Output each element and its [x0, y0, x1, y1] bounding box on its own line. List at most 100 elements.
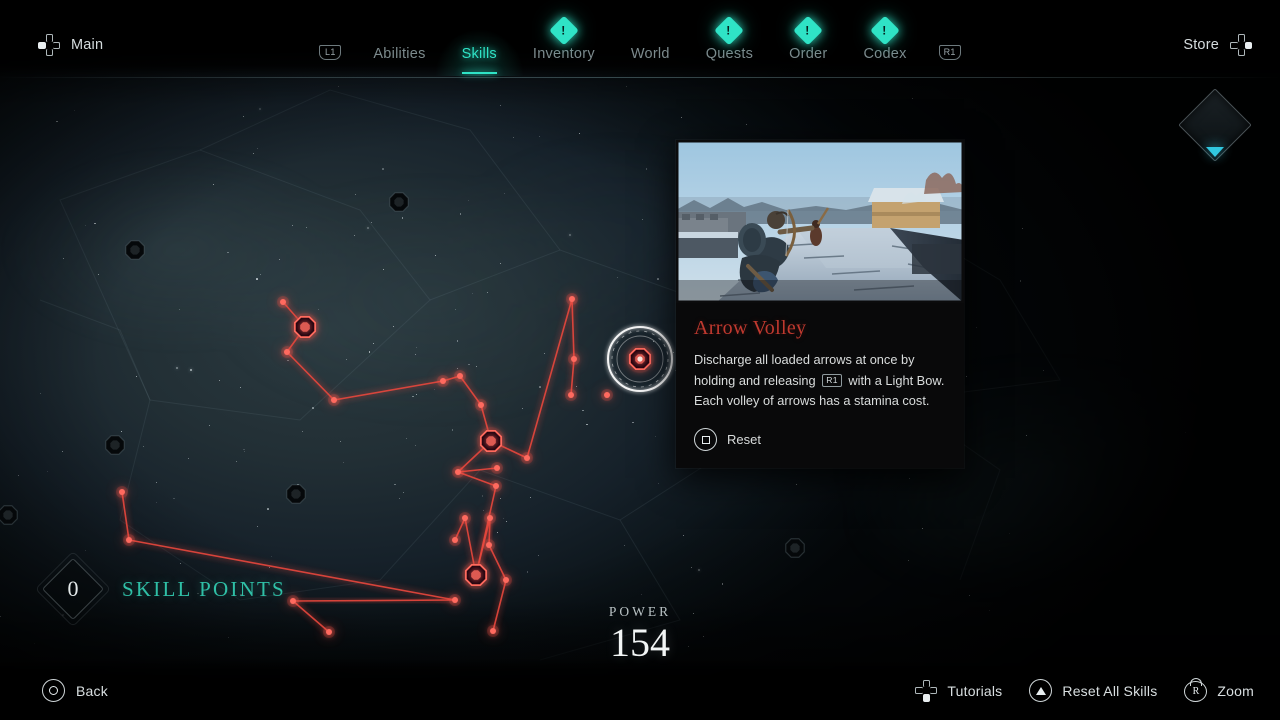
tab-notification-badge-icon: !: [793, 15, 824, 46]
zoom-label: Zoom: [1217, 682, 1254, 699]
minor-node-icon: [568, 392, 574, 398]
tutorials-button[interactable]: Tutorials: [915, 679, 1002, 702]
skill-preview-image: [676, 140, 964, 303]
tab-world[interactable]: World: [613, 46, 688, 62]
skill-node[interactable]: [521, 452, 533, 464]
tab-skills[interactable]: Skills: [435, 30, 523, 76]
skill-node[interactable]: [785, 538, 805, 558]
compass-diamond-icon[interactable]: [1178, 88, 1252, 162]
skill-node[interactable]: [568, 353, 580, 365]
skill-edge: [292, 599, 456, 602]
tab-label: Abilities: [373, 46, 426, 62]
selected-node-core: [637, 356, 643, 362]
skill-node[interactable]: [291, 313, 319, 341]
skill-node[interactable]: [281, 346, 293, 358]
skill-node[interactable]: [491, 462, 503, 474]
back-button[interactable]: Back: [42, 679, 108, 702]
minor-node-icon: [478, 402, 484, 408]
minor-node-icon: [571, 356, 577, 362]
back-label: Back: [76, 682, 108, 699]
skill-description: Discharge all loaded arrows at once by h…: [694, 350, 946, 412]
skill-node[interactable]: [490, 480, 502, 492]
skill-node[interactable]: [125, 240, 145, 260]
minor-node-icon: [457, 373, 463, 379]
minor-node-icon: [126, 537, 132, 543]
skill-edge: [571, 298, 575, 360]
triangle-button-icon: [1029, 679, 1053, 702]
skill-node[interactable]: [452, 466, 464, 478]
tab-quests[interactable]: ! Quests: [688, 15, 771, 62]
tab-notification-badge-icon: !: [714, 15, 745, 46]
skill-points-label: SKILL POINTS: [122, 576, 286, 601]
skill-title: Arrow Volley: [694, 317, 807, 339]
tab-codex[interactable]: ! Codex: [845, 15, 924, 62]
locked-node-glyph: [130, 245, 140, 255]
skill-node[interactable]: [437, 375, 449, 387]
skill-node[interactable]: [328, 394, 340, 406]
power-label: POWER: [608, 604, 672, 619]
skill-node[interactable]: [286, 484, 306, 504]
tab-notification-badge-icon: !: [549, 15, 579, 46]
skill-node[interactable]: [389, 192, 409, 212]
locked-node-glyph: [790, 543, 800, 553]
reset-skill-label: Reset: [727, 432, 761, 448]
skill-edge: [526, 298, 573, 459]
tab-label: Skills: [461, 46, 497, 62]
skill-node[interactable]: [477, 427, 505, 455]
locked-node-glyph: [3, 510, 13, 520]
skill-edge: [333, 380, 444, 401]
skill-points-value: 0: [67, 576, 79, 601]
bottom-actions: Tutorials Reset All Skills R Zoom: [915, 678, 1254, 702]
skill-edge: [286, 351, 335, 401]
right-bumper-icon[interactable]: R1: [938, 45, 961, 60]
tab-abilities[interactable]: Abilities: [355, 46, 443, 62]
skill-node[interactable]: [483, 539, 495, 551]
skill-node[interactable]: [565, 389, 577, 401]
dpad-down-icon: [915, 679, 938, 702]
tab-label: Inventory: [532, 46, 595, 62]
tab-notification-badge-icon: !: [870, 15, 900, 46]
locked-node-glyph: [110, 440, 120, 450]
skill-node[interactable]: [116, 486, 128, 498]
power-display: POWER 154: [0, 604, 1280, 664]
skill-node[interactable]: [123, 534, 135, 546]
minor-node-icon: [486, 542, 492, 548]
minor-node-icon: [452, 537, 458, 543]
left-bumper-icon[interactable]: L1: [319, 45, 342, 60]
reset-all-skills-button[interactable]: Reset All Skills: [1029, 679, 1157, 702]
skill-node[interactable]: [500, 574, 512, 586]
top-bar-divider: [0, 77, 1280, 78]
major-node-glyph: [486, 436, 496, 446]
tab-order[interactable]: ! Order: [771, 15, 845, 62]
skill-node[interactable]: [277, 296, 289, 308]
skill-node[interactable]: [484, 512, 496, 524]
tab-label: Quests: [705, 46, 754, 62]
skill-node[interactable]: [462, 561, 490, 589]
tab-label: Order: [789, 46, 828, 62]
right-stick-icon: R: [1184, 678, 1208, 702]
skill-node[interactable]: [566, 293, 578, 305]
skill-node[interactable]: [454, 370, 466, 382]
top-bar: Main L1 Abilities Skills! Inventory World! Qu…: [0, 0, 1280, 78]
locked-node-glyph: [394, 197, 404, 207]
skill-edge: [457, 471, 497, 487]
minor-node-icon: [284, 349, 290, 355]
skill-preview-illustration: [676, 140, 964, 303]
tab-inventory[interactable]: ! Inventory: [515, 15, 613, 62]
minor-node-icon: [452, 597, 458, 603]
tab-bar: L1 Abilities Skills! Inventory World! Quests!…: [0, 0, 1280, 78]
zoom-button[interactable]: R Zoom: [1184, 678, 1254, 702]
skill-node[interactable]: [601, 389, 613, 401]
skill-node[interactable]: [105, 435, 125, 455]
store-label: Store: [1183, 37, 1219, 53]
skill-node[interactable]: [459, 512, 471, 524]
skill-node[interactable]: [449, 534, 461, 546]
minor-node-icon: [503, 577, 509, 583]
skill-node[interactable]: [0, 505, 18, 525]
store-button[interactable]: Store: [1183, 34, 1252, 56]
circle-button-icon: [42, 679, 65, 702]
skill-node[interactable]: [475, 399, 487, 411]
reset-skill-button[interactable]: Reset: [694, 428, 946, 452]
minor-node-icon: [440, 378, 446, 384]
skill-detail-body: Arrow Volley Discharge all loaded arrows…: [676, 303, 964, 468]
